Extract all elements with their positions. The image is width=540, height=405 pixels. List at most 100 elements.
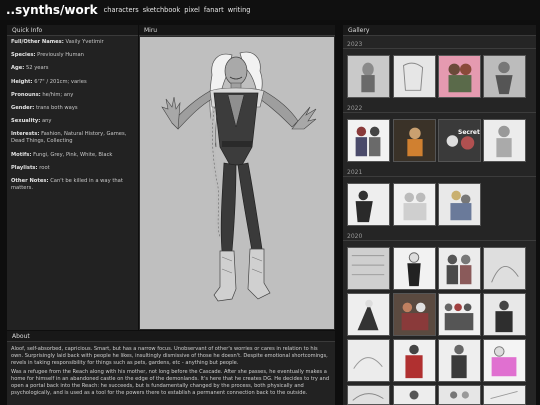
gallery-thumb[interactable]: [393, 339, 436, 382]
info-row-height: Height: 6'7" / 201cm; varies: [11, 79, 134, 86]
gallery-thumb[interactable]: [393, 247, 436, 290]
gallery-thumb[interactable]: [483, 55, 526, 98]
gallery-thumb[interactable]: [347, 119, 390, 162]
character-figure-panel: Miru: [139, 25, 335, 330]
gallery-thumb[interactable]: [438, 247, 481, 290]
figure-thumb-icon: [355, 190, 373, 223]
info-label: Other Notes:: [11, 177, 49, 184]
info-label: Sexuality:: [11, 118, 41, 125]
gallery-panel: Gallery 2023 2022 Secret 2021 2020: [343, 25, 536, 405]
figure-thumb-icon: [405, 344, 423, 379]
sketch-thumb-icon: [490, 390, 518, 400]
about-paragraph: Was a refugee from the Reach along with …: [11, 369, 330, 396]
figure-thumb-icon: [407, 252, 421, 287]
top-bar: ..synths/work characters sketchbook pixe…: [0, 0, 540, 20]
info-row-names: Full/Other Names: Vasily Yvetimir: [11, 39, 134, 46]
figure-thumb-icon: [446, 254, 472, 285]
gallery-thumb[interactable]: [438, 385, 481, 405]
figure-header: Miru: [139, 25, 335, 36]
info-value: 6'7" / 201cm; varies: [34, 78, 87, 85]
sketch-thumb-icon: [403, 62, 424, 91]
gallery-thumb[interactable]: [483, 339, 526, 382]
thumb-caption: Secret: [458, 129, 480, 136]
year-label-2021: 2021: [343, 168, 536, 177]
about-header: About: [7, 331, 335, 342]
gallery-header: Gallery: [343, 25, 536, 36]
gallery-thumb[interactable]: [483, 385, 526, 405]
gallery-thumb[interactable]: [483, 247, 526, 290]
nav-link-fanart[interactable]: fanart: [204, 6, 224, 14]
info-label: Age:: [11, 65, 25, 72]
figure-thumb-icon: [439, 120, 480, 161]
figure-thumb-icon: [355, 126, 381, 157]
info-value: Vasily Yvetimir: [65, 39, 104, 45]
gallery-thumb[interactable]: [347, 247, 390, 290]
info-row-motifs: Motifs: Fungi, Grey, Pink, White, Black: [11, 152, 134, 159]
sketch-thumb-icon: [403, 192, 427, 221]
figure-thumb-icon: [450, 391, 469, 399]
figure-thumb-icon: [491, 346, 517, 377]
gallery-thumb[interactable]: [438, 55, 481, 98]
info-row-notes: Other Notes: Can't be killed in a way th…: [11, 178, 134, 192]
quick-info-panel: Quick Info Full/Other Names: Vasily Yvet…: [7, 25, 138, 330]
sketch-thumb-icon: [496, 125, 512, 158]
info-value: 52 years: [25, 65, 49, 72]
nav-link-characters[interactable]: characters: [104, 6, 139, 14]
figure-thumb-icon: [409, 390, 419, 400]
info-value: Previously Human: [37, 52, 84, 59]
figure-thumb-icon: [495, 300, 513, 333]
gallery-thumb[interactable]: [347, 339, 390, 382]
info-value: Fungi, Grey, Pink, White, Black: [33, 151, 113, 158]
site-title[interactable]: ..synths/work: [6, 3, 98, 17]
gallery-thumb[interactable]: [347, 55, 390, 98]
info-row-interests: Interests: Fashion, Natural History, Gam…: [11, 131, 134, 145]
gallery-thumb[interactable]: [393, 55, 436, 98]
info-value: he/him; any: [42, 91, 74, 98]
info-row-species: Species: Previously Human: [11, 52, 134, 59]
gallery-thumb[interactable]: [347, 293, 390, 336]
gallery-thumb[interactable]: [347, 385, 390, 405]
figure-thumb-icon: [394, 294, 435, 335]
gallery-thumb[interactable]: [347, 183, 390, 226]
info-label: Gender:: [11, 104, 35, 111]
figure-thumb-icon: [495, 61, 513, 95]
sketch-thumb-icon: [361, 62, 375, 93]
info-row-pronouns: Pronouns: he/him; any: [11, 92, 134, 99]
gallery-thumb[interactable]: [438, 293, 481, 336]
figure-thumb-icon: [357, 299, 379, 331]
gallery-thumb[interactable]: [483, 119, 526, 162]
main-nav: characters sketchbook pixel fanart writi…: [104, 6, 255, 14]
figure-thumb-icon: [451, 344, 467, 379]
gallery-thumb[interactable]: [438, 339, 481, 382]
gallery-thumb[interactable]: [393, 385, 436, 405]
gallery-thumb[interactable]: [438, 183, 481, 226]
info-label: Interests:: [11, 131, 40, 138]
info-label: Species:: [11, 52, 36, 59]
nav-link-sketchbook[interactable]: sketchbook: [143, 6, 181, 14]
quick-info-header: Quick Info: [7, 25, 138, 36]
info-row-sexuality: Sexuality: any: [11, 118, 134, 125]
info-label: Full/Other Names:: [11, 39, 64, 45]
info-row-gender: Gender: trans both ways: [11, 105, 134, 112]
info-value: trans both ways: [36, 104, 78, 111]
nav-link-pixel[interactable]: pixel: [184, 6, 200, 14]
sketch-thumb-icon: [351, 255, 385, 276]
info-label: Height:: [11, 78, 33, 85]
info-value: any: [41, 118, 52, 125]
info-row-playlists: Playlists: root: [11, 165, 134, 172]
quick-info-list: Full/Other Names: Vasily Yvetimir Specie…: [7, 36, 138, 192]
about-text: Aloof, self-absorbed, capricious. Smart,…: [7, 342, 335, 397]
info-label: Playlists:: [11, 164, 38, 171]
gallery-thumb[interactable]: [393, 119, 436, 162]
figure-thumb-icon: [394, 120, 435, 161]
gallery-thumb[interactable]: [393, 183, 436, 226]
figure-thumb-icon: [444, 303, 474, 331]
gallery-thumb-secret[interactable]: Secret: [438, 119, 481, 162]
gallery-thumb[interactable]: [393, 293, 436, 336]
figure-thumb-icon: [450, 190, 472, 221]
character-illustration: [140, 37, 334, 329]
nav-link-writing[interactable]: writing: [228, 6, 251, 14]
sketch-thumb-icon: [353, 357, 383, 369]
gallery-thumb[interactable]: [483, 293, 526, 336]
playlist-link[interactable]: root: [39, 165, 49, 171]
